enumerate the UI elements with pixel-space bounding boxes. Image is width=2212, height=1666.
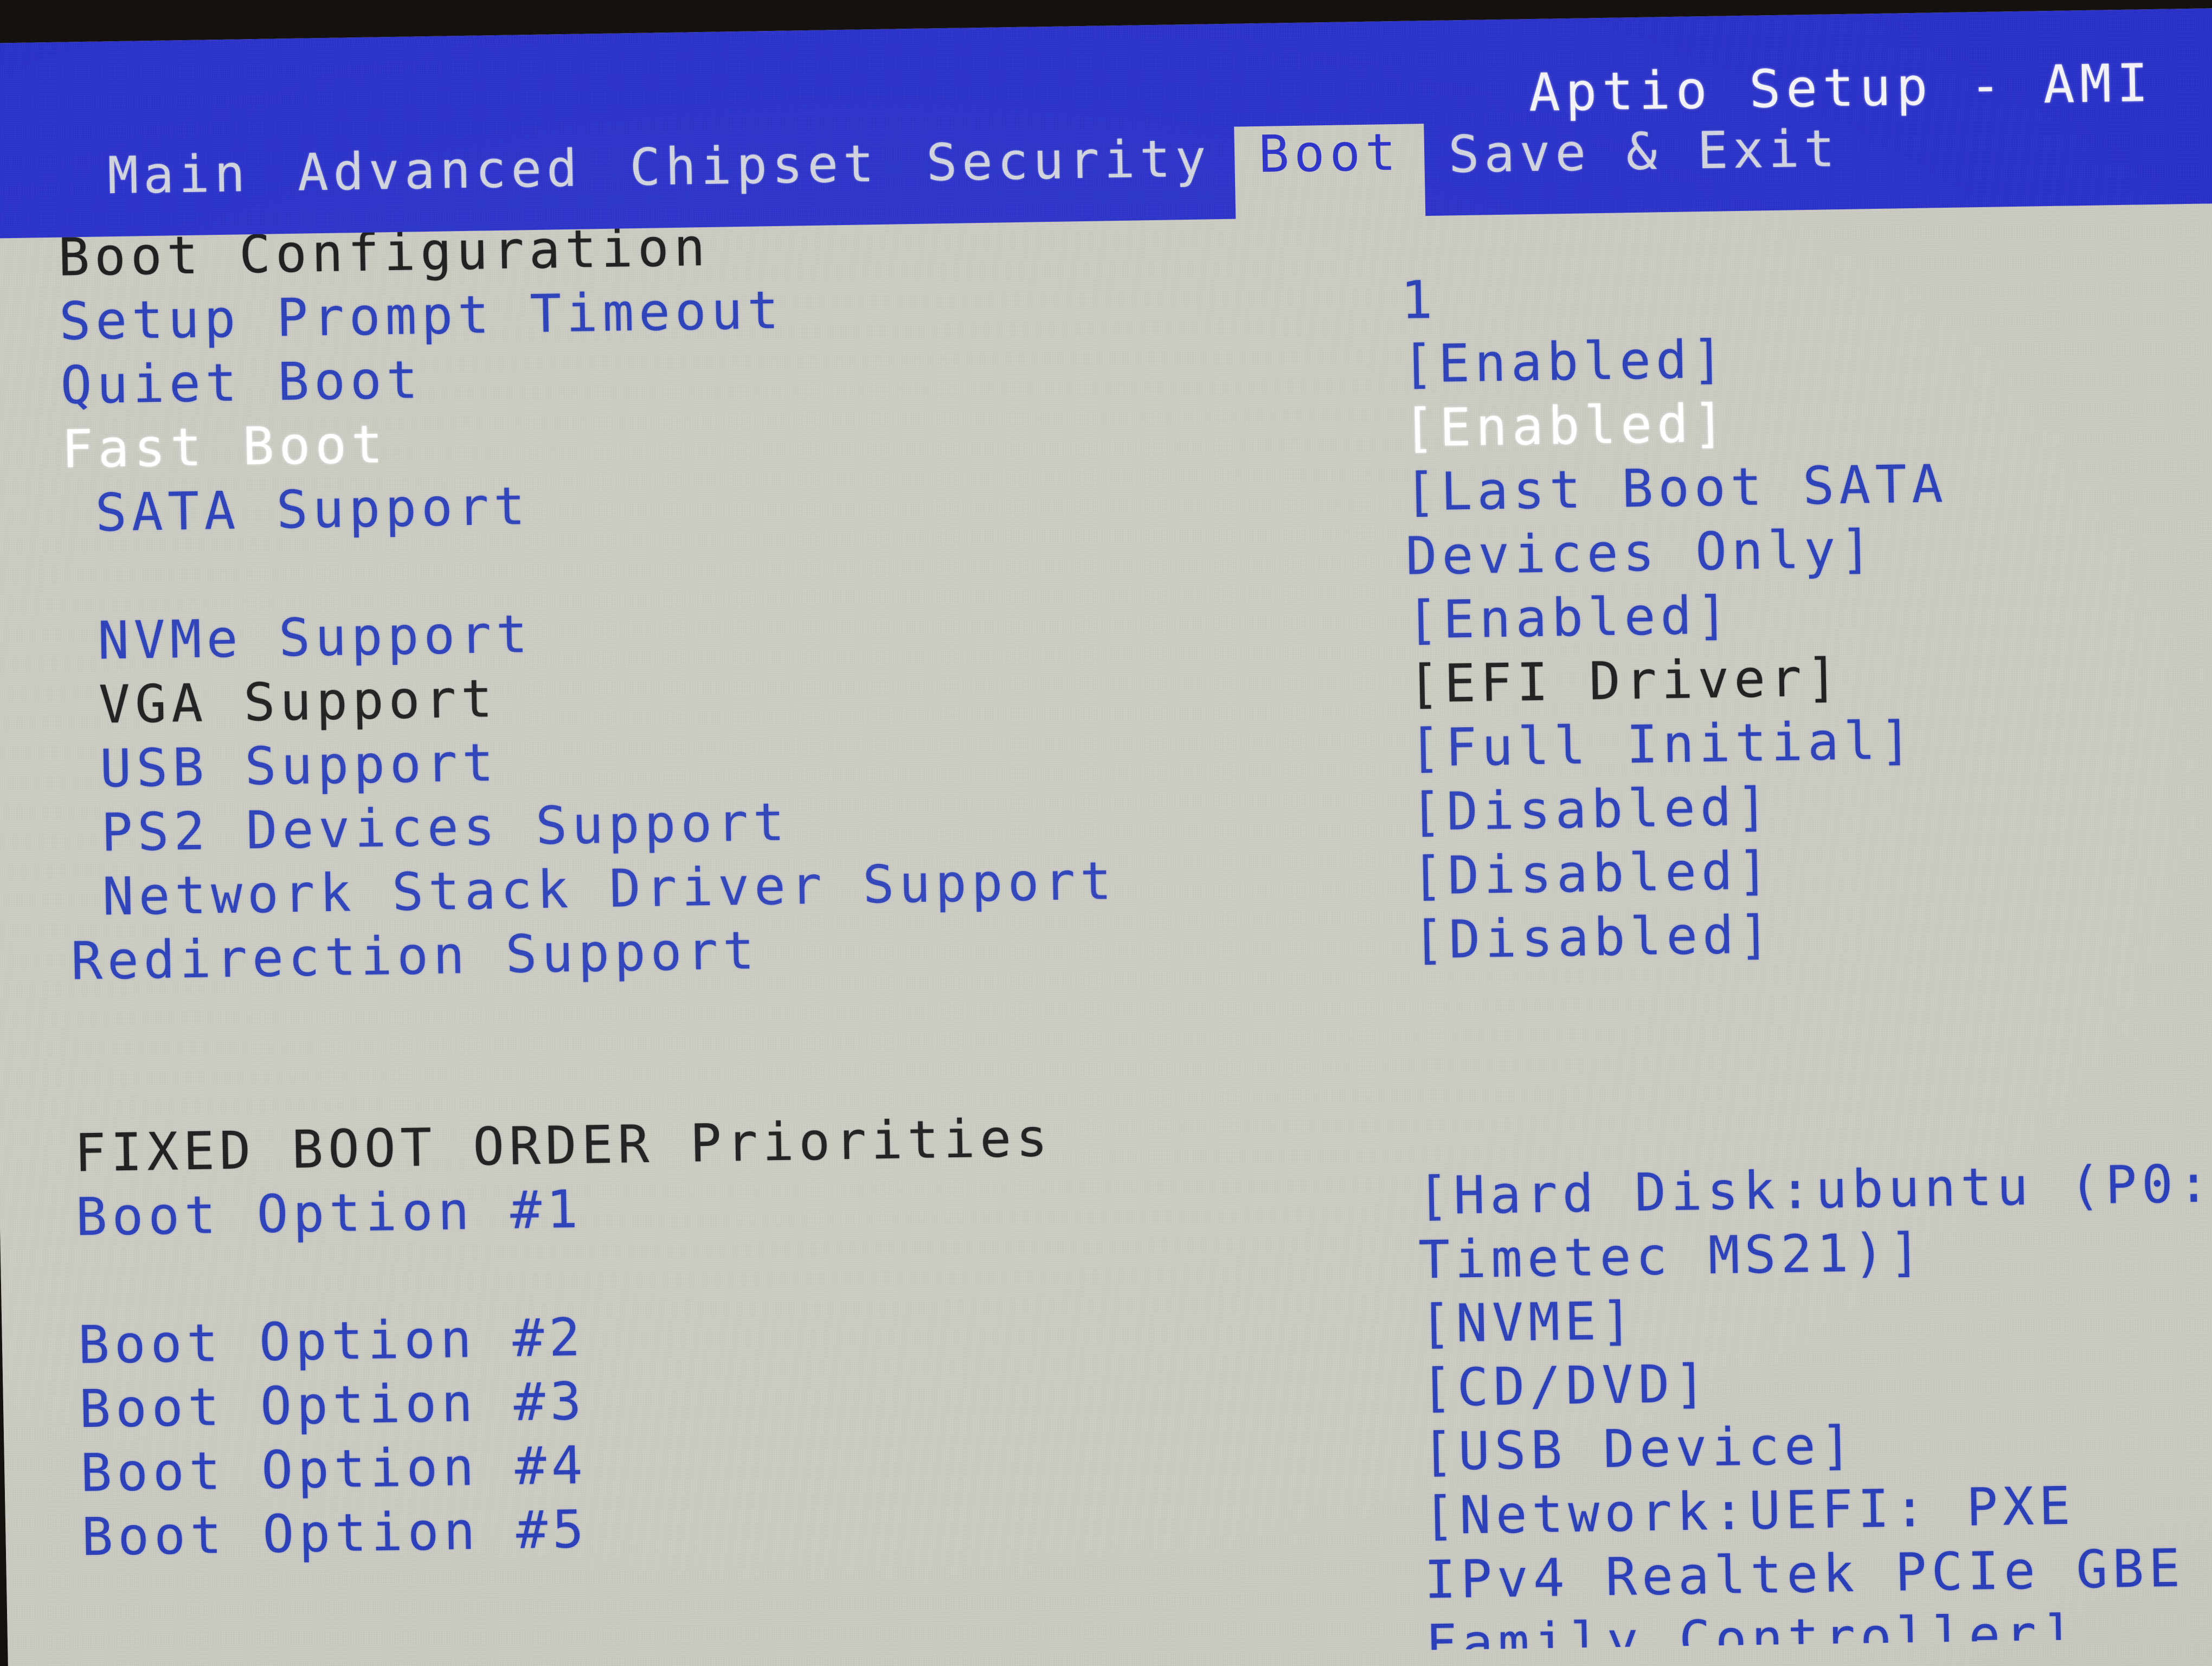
tab-advanced[interactable]: Advanced [273,139,607,209]
setting-label: PS2 Devices Support [100,791,790,863]
tab-save-and-exit[interactable]: Save & Exit [1424,119,1864,191]
setting-value[interactable]: [Last Boot SATA [1404,452,1949,524]
setting-value[interactable]: [Disabled] [1412,902,1776,972]
setting-value[interactable]: [USB Device] [1422,1413,1857,1484]
setting-value-continuation-2: Family Controller] [1425,1603,2078,1666]
setting-value-dimmed[interactable]: [EFI Driver] [1407,645,1843,716]
setting-label-dimmed: VGA Support [98,668,498,735]
setting-value[interactable]: [CD/DVD] [1420,1351,1711,1420]
setting-label: USB Support [99,732,499,799]
setting-label: Boot Option #5 [81,1498,589,1568]
setting-label-selected: Fast Boot [61,414,388,480]
setting-value[interactable]: [Hard Disk:ubuntu (P0: [1417,1151,2212,1228]
setting-value-continuation: IPv4 Realtek PCIe GBE [1424,1537,2185,1611]
setting-label: Redirection Support [70,920,760,992]
tab-chipset[interactable]: Chipset [606,134,903,204]
setting-label: Boot Option #4 [80,1434,588,1504]
setting-label: Quiet Boot [60,349,423,416]
bios-content-pane: Boot Configuration Setup Prompt Timeout … [0,191,2212,1666]
tab-main[interactable]: Main [83,144,274,212]
setting-label: NVMe Support [97,604,533,671]
setting-label: SATA Support [94,476,531,543]
setting-value[interactable]: [NVME] [1419,1289,1638,1356]
setting-value[interactable]: [Disabled] [1410,774,1773,844]
setting-label: Boot Option #1 [75,1178,583,1248]
setting-value[interactable]: [Network:UEFI: PXE [1423,1474,2075,1548]
settings-list: Boot Configuration Setup Prompt Timeout … [0,191,2212,1666]
tab-security[interactable]: Security [902,129,1236,200]
setting-label: Boot Option #2 [77,1306,586,1376]
setting-value[interactable]: [Enabled] [1406,583,1733,652]
setting-value-continuation: Devices Only] [1405,518,1877,587]
monitor-photo: Aptio Setup - AMI Main Advanced Chipset … [0,0,2212,1666]
setting-value[interactable]: [Full Initial] [1409,708,1917,780]
setting-label: Boot Option #3 [79,1370,587,1440]
page-title: Aptio Setup - AMI [1528,53,2155,124]
bios-header-bar: Aptio Setup - AMI Main Advanced Chipset … [0,8,2212,239]
setting-value[interactable]: [Enabled] [1401,327,1728,396]
setting-label: Setup Prompt Timeout [59,279,785,352]
setting-value[interactable]: [Disabled] [1411,838,1774,908]
tab-boot[interactable]: Boot [1234,123,1426,221]
bios-screen: Aptio Setup - AMI Main Advanced Chipset … [0,8,2212,1666]
setting-value-continuation: Timetec MS21)] [1418,1221,1926,1291]
setting-value-selected[interactable]: [Enabled] [1403,391,1729,460]
setting-value[interactable]: 1 [1400,268,1438,332]
